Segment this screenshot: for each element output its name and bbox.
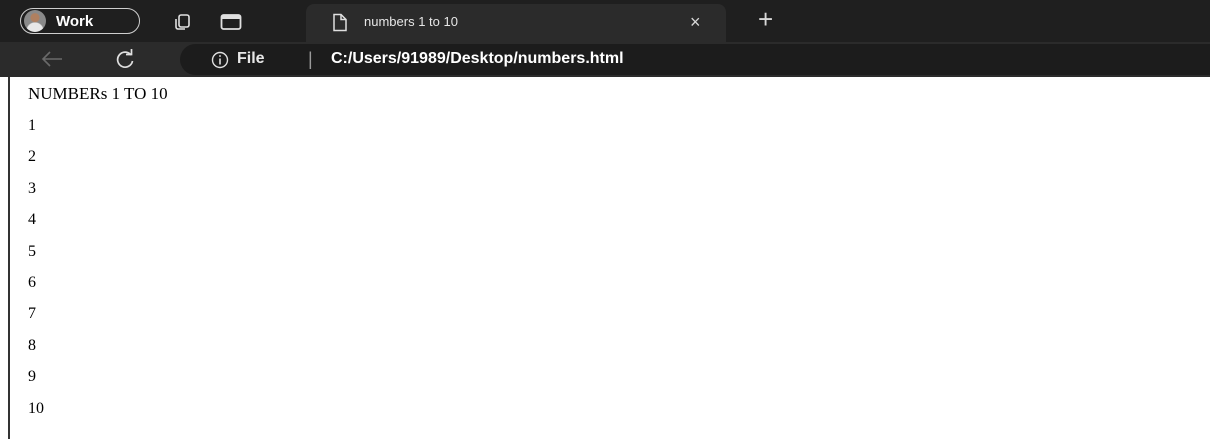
tab-strip: Work numbers 1 to 10 × + — [0, 0, 1210, 42]
page-heading: NUMBERs 1 TO 10 — [28, 84, 168, 103]
list-item: 4 — [28, 211, 36, 229]
address-separator: | — [308, 49, 313, 69]
close-icon[interactable]: × — [690, 13, 701, 31]
list-item: 8 — [28, 336, 36, 354]
refresh-icon[interactable] — [114, 49, 136, 71]
profile-button[interactable]: Work — [20, 8, 140, 34]
page-icon — [332, 13, 348, 32]
back-icon[interactable] — [40, 50, 64, 68]
avatar — [24, 10, 46, 32]
list-item: 7 — [28, 305, 36, 323]
list-item: 1 — [28, 117, 36, 134]
tab-numbers[interactable]: numbers 1 to 10 × — [306, 4, 726, 42]
vertical-tabs-icon[interactable] — [220, 13, 242, 31]
new-tab-button[interactable]: + — [758, 6, 773, 32]
list-item: 3 — [28, 179, 36, 197]
site-info-label[interactable]: File — [237, 50, 265, 68]
list-item: 6 — [28, 274, 36, 292]
profile-label: Work — [56, 12, 94, 30]
list-item: 10 — [28, 399, 44, 417]
url-text[interactable]: C:/Users/91989/Desktop/numbers.html — [331, 50, 624, 68]
page-content: NUMBERs 1 TO 10 1 2 3 4 5 6 7 8 9 10 — [28, 84, 168, 424]
tab-title: numbers 1 to 10 — [364, 14, 458, 29]
list-item: 2 — [28, 148, 36, 166]
workspaces-icon[interactable] — [172, 12, 192, 32]
list-item: 9 — [28, 368, 36, 386]
page-left-border — [8, 77, 10, 439]
list-item: 5 — [28, 242, 36, 260]
info-icon[interactable] — [211, 51, 229, 69]
